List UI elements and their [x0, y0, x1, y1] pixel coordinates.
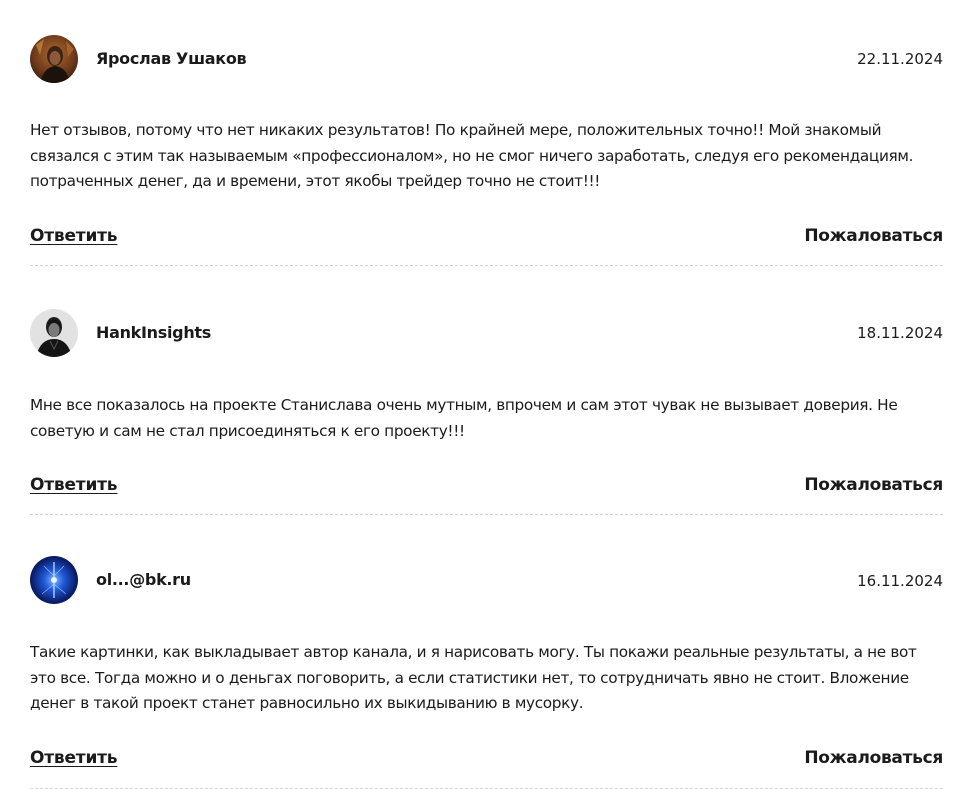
complain-link[interactable]: Пожаловаться: [804, 475, 943, 495]
comment-text: Нет отзывов, потому что нет никаких резу…: [30, 121, 914, 190]
avatar[interactable]: [30, 35, 78, 83]
comment-item: HankInsights 18.11.2024 Мне все показало…: [30, 266, 943, 515]
complain-link[interactable]: Пожаловаться: [804, 226, 943, 246]
comments-list: Ярослав Ушаков 22.11.2024 Нет отзывов, п…: [30, 0, 943, 789]
avatar[interactable]: [30, 309, 78, 357]
user-photo-icon: [30, 309, 78, 357]
reply-link[interactable]: Ответить: [30, 226, 118, 246]
comment-date: 16.11.2024: [857, 572, 943, 590]
user-photo-icon: [30, 556, 78, 604]
comment-date: 18.11.2024: [857, 324, 943, 342]
comment-text: Мне все показалось на проекте Станислава…: [30, 396, 898, 440]
comment-item: Ярослав Ушаков 22.11.2024 Нет отзывов, п…: [30, 0, 943, 266]
comment-author: Ярослав Ушаков: [96, 49, 247, 68]
comment-author: HankInsights: [96, 323, 211, 342]
comment-text: Такие картинки, как выкладывает автор ка…: [30, 643, 917, 712]
user-photo-icon: [30, 35, 78, 83]
comment-author: ol...@bk.ru: [96, 570, 191, 589]
reply-link[interactable]: Ответить: [30, 748, 118, 768]
complain-link[interactable]: Пожаловаться: [804, 748, 943, 768]
comment-date: 22.11.2024: [857, 50, 943, 68]
reply-link[interactable]: Ответить: [30, 475, 118, 495]
avatar[interactable]: [30, 556, 78, 604]
comment-item: ol...@bk.ru 16.11.2024 Такие картинки, к…: [30, 515, 943, 789]
